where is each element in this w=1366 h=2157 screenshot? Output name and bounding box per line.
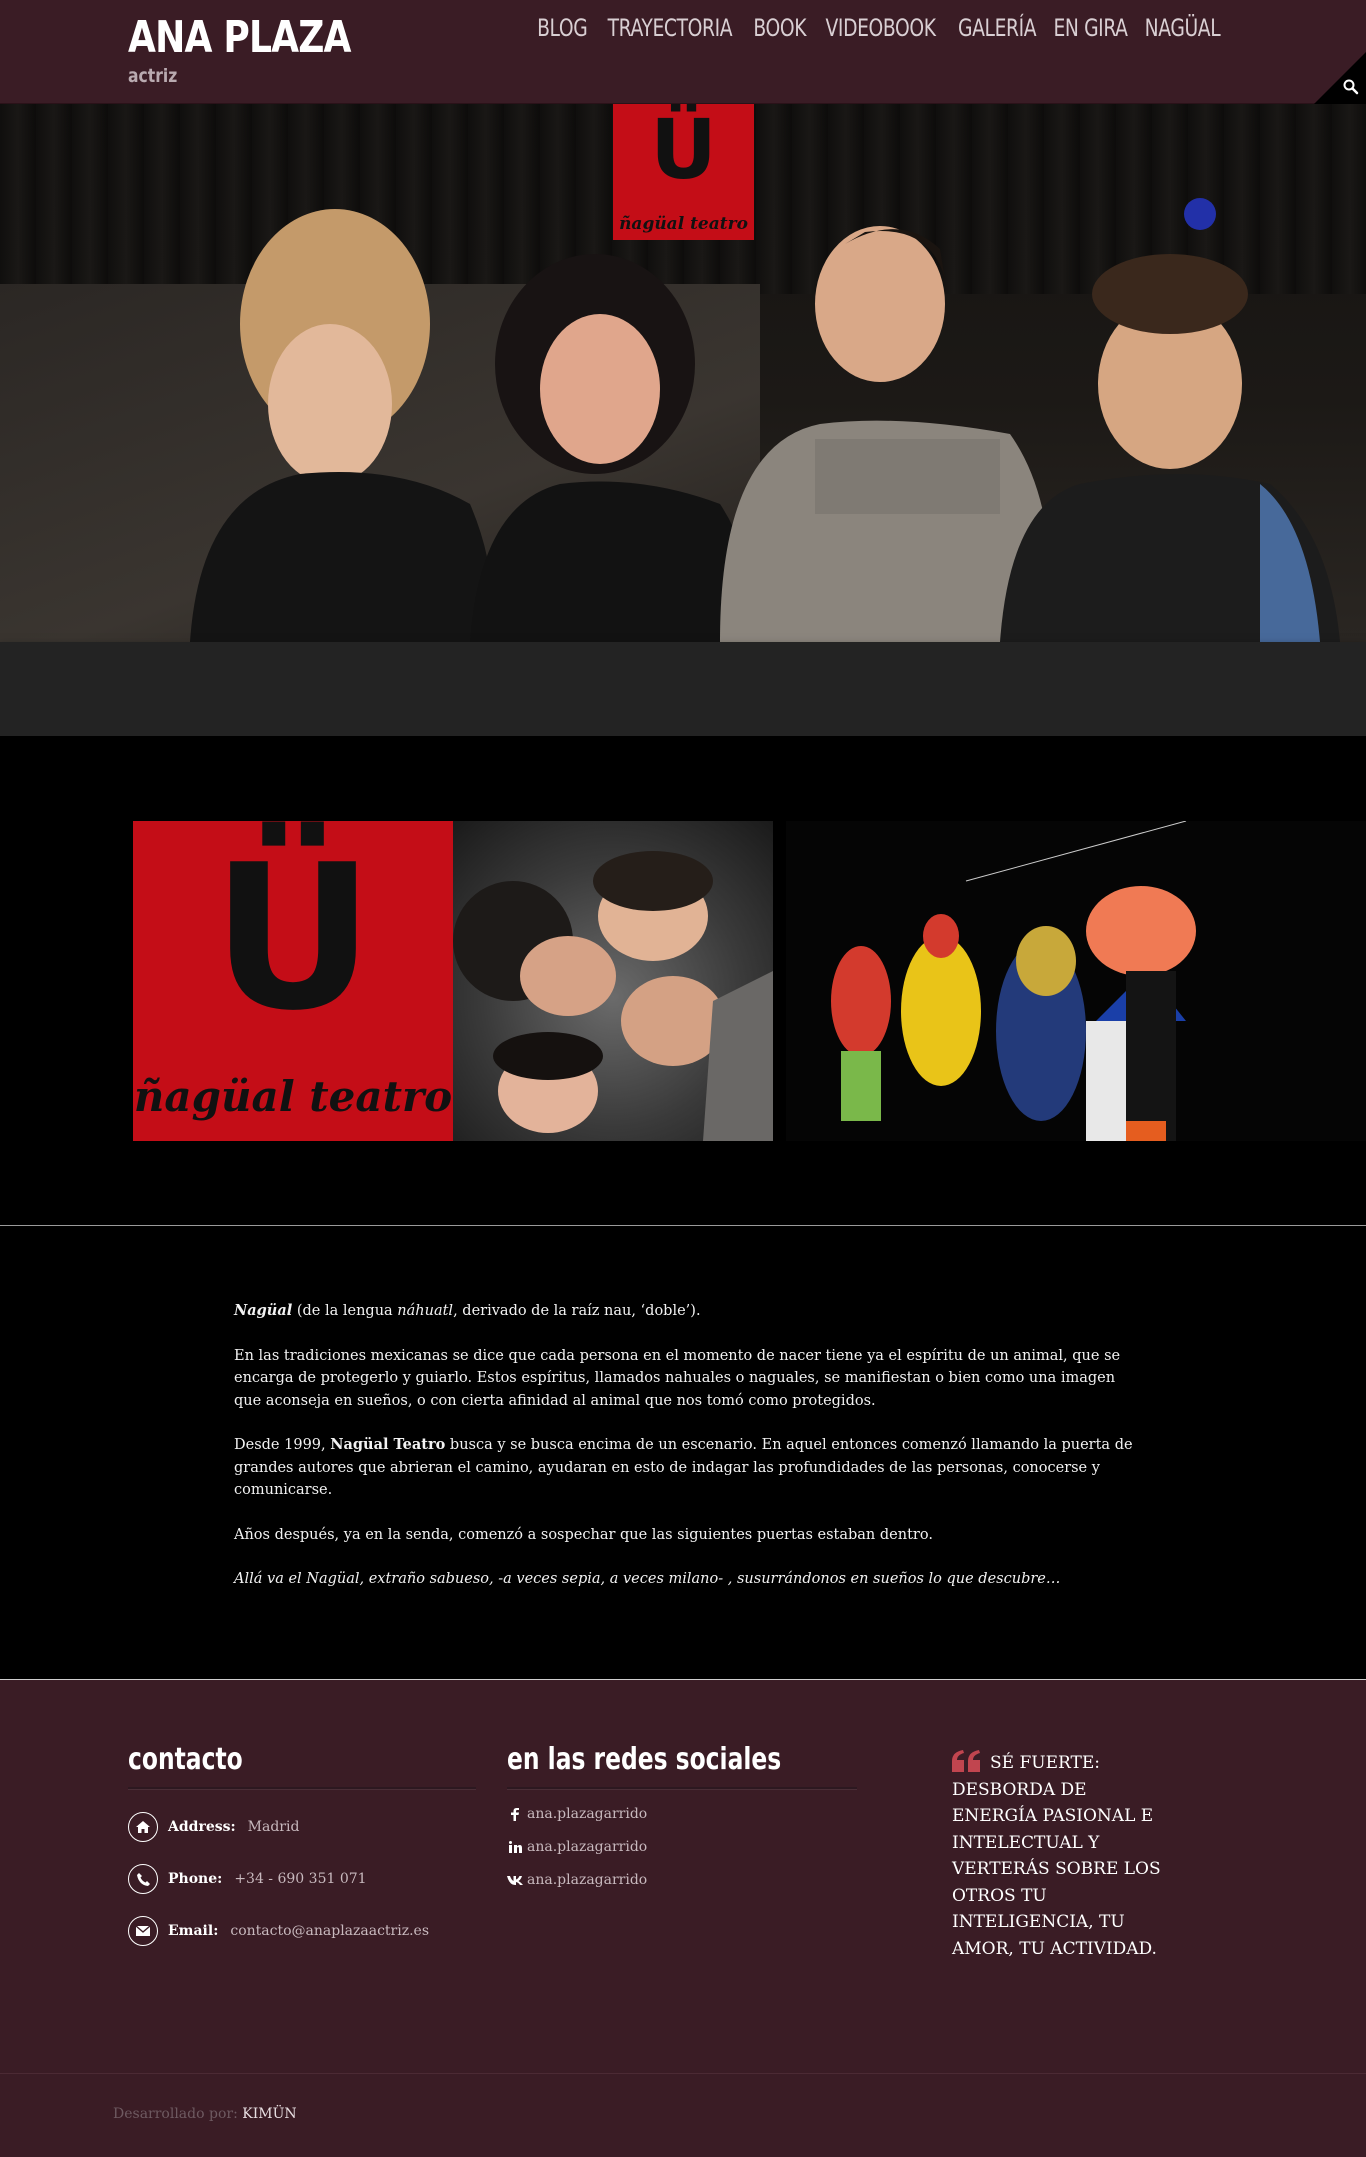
social-facebook[interactable]: ana.plazagarrido bbox=[507, 1805, 857, 1823]
phone-value[interactable]: +34 - 690 351 071 bbox=[234, 1871, 366, 1887]
contact-block: contacto Address: Madrid Phone: +34 - 69… bbox=[128, 1742, 476, 1946]
contact-email: Email: contacto@anaplazaactriz.es bbox=[128, 1916, 476, 1946]
social-title: en las redes sociales bbox=[507, 1742, 782, 1777]
site-title[interactable]: ANA PLAZA bbox=[128, 12, 351, 63]
quote-block: SÉ FUERTE: DESBORDA DE ENERGÍA PASIONAL … bbox=[952, 1750, 1162, 1962]
hero-band bbox=[0, 642, 1366, 736]
phone-icon bbox=[128, 1864, 158, 1894]
hero-image: Ü ñagüal teatro bbox=[0, 104, 1366, 642]
main-nav: BLOG TRAYECTORIA BOOK VIDEOBOOK GALERÍA … bbox=[532, 14, 1229, 42]
section-divider bbox=[0, 1225, 1366, 1226]
facebook-handle[interactable]: ana.plazagarrido bbox=[527, 1806, 647, 1822]
phone-label: Phone: bbox=[168, 1871, 223, 1887]
paragraph-1: Nagüal (de la lengua náhuatl, derivado d… bbox=[234, 1302, 701, 1319]
nav-videobook[interactable]: VIDEOBOOK bbox=[817, 14, 943, 42]
vk-handle[interactable]: ana.plazagarrido bbox=[527, 1872, 647, 1888]
credit: Desarrollado por: KIMÜN bbox=[113, 2106, 297, 2122]
bottom-bar: Desarrollado por: KIMÜN bbox=[0, 2073, 1366, 2157]
contact-phone: Phone: +34 - 690 351 071 bbox=[128, 1864, 476, 1894]
credit-link[interactable]: KIMÜN bbox=[242, 2106, 296, 2122]
linkedin-handle[interactable]: ana.plazagarrido bbox=[527, 1839, 647, 1855]
stage-performance-photo[interactable] bbox=[786, 821, 1366, 1141]
paragraph-3: Desde 1999, Nagüal Teatro busca y se bus… bbox=[234, 1436, 1133, 1498]
envelope-icon bbox=[128, 1916, 158, 1946]
paragraph-5: Allá va el Nagüal, extraño sabueso, -a v… bbox=[234, 1571, 1061, 1587]
naguel-logo-large[interactable]: Ü ñagüal teatro bbox=[133, 821, 453, 1141]
naguel-logo-small: Ü ñagüal teatro bbox=[613, 104, 754, 240]
nav-trayectoria[interactable]: TRAYECTORIA bbox=[600, 14, 740, 42]
vk-icon bbox=[507, 1873, 523, 1887]
nav-blog[interactable]: BLOG bbox=[529, 14, 595, 42]
gallery-row: Ü ñagüal teatro bbox=[0, 736, 1366, 1226]
site-subtitle: actriz bbox=[128, 65, 178, 87]
paragraph-2: En las tradiciones mexicanas se dice que… bbox=[234, 1347, 1121, 1409]
quote-text: SÉ FUERTE: DESBORDA DE ENERGÍA PASIONAL … bbox=[952, 1753, 1161, 1959]
nav-galeria[interactable]: GALERÍA bbox=[950, 14, 1044, 42]
site-footer: contacto Address: Madrid Phone: +34 - 69… bbox=[0, 1680, 1366, 2073]
credit-prefix: Desarrollado por: bbox=[113, 2106, 243, 2122]
social-rule bbox=[507, 1787, 857, 1790]
site-header: ANA PLAZA actriz BLOG TRAYECTORIA BOOK V… bbox=[0, 0, 1366, 104]
address-label: Address: bbox=[168, 1819, 236, 1835]
address-value: Madrid bbox=[247, 1819, 300, 1835]
contact-address: Address: Madrid bbox=[128, 1812, 476, 1842]
contact-rule bbox=[128, 1787, 476, 1790]
term-naguel: Nagüal bbox=[234, 1302, 293, 1319]
nav-book[interactable]: BOOK bbox=[746, 14, 814, 42]
email-value[interactable]: contacto@anaplazaactriz.es bbox=[230, 1923, 429, 1939]
search-icon bbox=[1343, 79, 1359, 95]
social-block: en las redes sociales ana.plazagarrido a… bbox=[507, 1742, 857, 1889]
contact-title: contacto bbox=[128, 1742, 243, 1777]
brand[interactable]: ANA PLAZA actriz bbox=[128, 12, 400, 87]
quote-icon bbox=[952, 1750, 980, 1772]
nav-naguel[interactable]: NAGÜAL bbox=[1137, 14, 1228, 42]
home-icon bbox=[128, 1812, 158, 1842]
article-body: Nagüal (de la lengua náhuatl, derivado d… bbox=[234, 1300, 1134, 1613]
group-faces-photo[interactable] bbox=[453, 821, 773, 1141]
search-button[interactable] bbox=[1314, 52, 1366, 104]
paragraph-4: Años después, ya en la senda, comenzó a … bbox=[234, 1526, 933, 1543]
email-label: Email: bbox=[168, 1923, 219, 1939]
social-vk[interactable]: ana.plazagarrido bbox=[507, 1871, 857, 1889]
nav-en-gira[interactable]: EN GIRA bbox=[1046, 14, 1136, 42]
social-linkedin[interactable]: ana.plazagarrido bbox=[507, 1838, 857, 1856]
facebook-icon bbox=[507, 1807, 523, 1821]
linkedin-icon bbox=[507, 1840, 523, 1854]
